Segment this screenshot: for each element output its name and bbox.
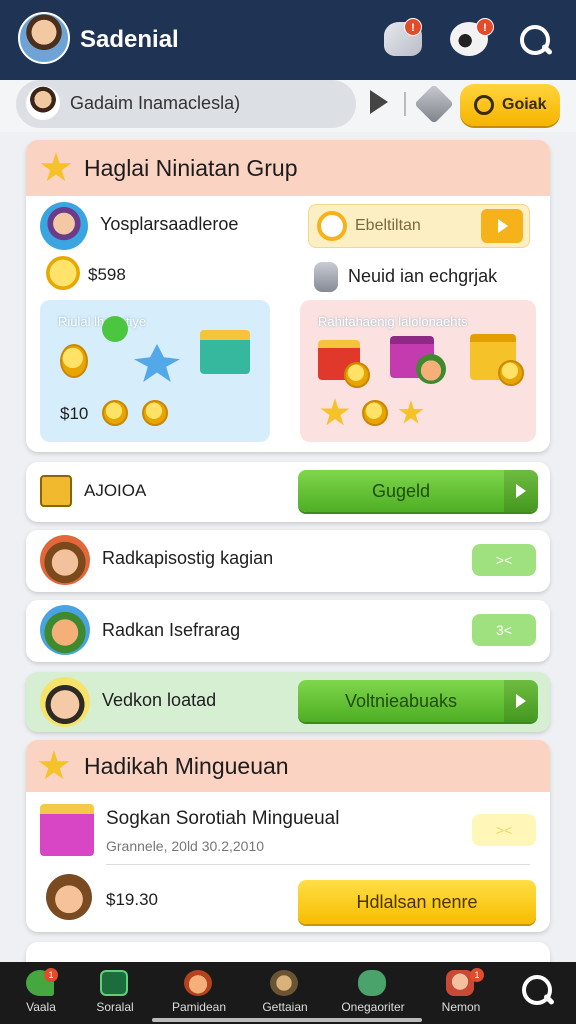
divider [106,864,530,865]
search-row: Gadaim Inamaclesla) Goiak [0,80,576,132]
character-avatar [40,535,90,585]
status-badge[interactable]: 3< [472,614,536,646]
volunteer-name: Vedkon loatad [102,690,217,710]
star-icon [40,152,72,182]
nav-item-nemon[interactable]: 1 Nemon [420,962,502,1024]
cloud-icon [358,970,386,996]
user-avatar [26,86,60,120]
emoji-icon [46,256,80,290]
shield-icon [314,262,338,292]
nav-badge: 1 [470,968,484,982]
card-title: Hadikah Mingueuan [84,753,289,779]
item-name: Radkapisostig kagian [102,548,274,568]
nav-item-vaala[interactable]: 1 Vaala [0,962,82,1024]
star-icon [320,398,350,426]
nav-item-pamidean[interactable]: Pamidean [158,962,240,1024]
status-badge[interactable]: >< [472,814,536,846]
coin-icon [102,400,128,426]
list-item[interactable]: Radkan Isefrarag 3< [26,600,550,662]
claim-button[interactable]: Hdlalsan nenre [298,880,536,924]
nav-item-soralal[interactable]: Soralal [74,962,156,1024]
face-icon [184,970,212,996]
nav-item-gettaian[interactable]: Gettaian [244,962,326,1024]
profile-avatar[interactable] [18,12,70,64]
nav-badge: 1 [44,968,58,982]
nav-label: Soralal [96,1000,134,1014]
go-button[interactable]: Goiak [460,84,560,126]
panel-price: $10 [60,404,89,423]
gem-icon [102,316,128,342]
play-icon[interactable] [370,90,388,114]
home-indicator [152,1018,422,1022]
timer-go-button[interactable] [481,209,523,243]
notification-badge: ! [476,18,494,36]
reward-panel-pink[interactable]: Rahitahaenig lalolonaehts [300,300,536,442]
stopwatch-icon [317,211,347,241]
arrow-right-icon [504,470,538,512]
status-badge[interactable]: >< [472,544,536,576]
nav-label: Pamidean [171,1000,227,1014]
item-avatar [40,202,88,250]
app-title: Sadenial [80,26,179,53]
nav-label: Nemon [441,1000,481,1014]
gift-icon [40,804,94,856]
go-button-label: Goiak [502,96,547,113]
reward-panel-blue[interactable]: Riulal lhonotiye $10 [40,300,270,442]
coin-icon [142,400,168,426]
item-price: $598 [88,265,126,284]
volunteer-row: Vedkon loatad Voltnieabuaks [26,672,550,732]
gift-icon [200,330,250,374]
search-icon[interactable] [516,22,556,58]
item-subtitle: Grannele, 20ld 30.2,2010 [106,838,265,854]
card-header: Haglai Niniatan Grup [26,140,550,196]
nav-item-onegaoriter[interactable]: Onegaoriter [332,962,414,1024]
divider [404,92,406,116]
timer-field[interactable]: Ebeltiltan [308,204,530,248]
character-avatar [46,874,92,920]
card-title: Haglai Niniatan Grup [84,155,298,181]
group-card: Haglai Niniatan Grup Yosplarsaadleroe $5… [26,140,550,452]
search-text: Gadaim Inamaclesla) [70,93,241,113]
bottom-nav: 1 Vaala Soralal Pamidean Gettaian Onegao… [0,962,576,1024]
notification-badge: ! [404,18,422,36]
clock-icon [474,95,494,115]
search-icon[interactable] [518,972,558,1008]
info-text: Neuid ian echgrjak [348,266,498,286]
crystal-icon [134,344,180,382]
timer-label: Ebeltiltan [355,217,421,234]
nav-label: Onegaoriter [341,1000,405,1014]
cube-icon[interactable] [414,84,454,124]
action-button-label: Gugeld [371,481,431,501]
ring-icon [60,344,88,378]
character-avatar [40,605,90,655]
character-avatar [40,677,90,727]
board-icon [100,970,128,996]
weekly-card: Hadikah Mingueuan Sogkan Sorotiah Mingue… [26,740,550,932]
volunteer-button-label: Voltnieabuaks [344,691,458,711]
item-price: $19.30 [106,890,158,909]
star-icon [398,400,424,424]
action-row: AJOIOA Gugeld [26,462,550,522]
coin-icon [344,362,370,388]
volunteer-button[interactable]: Voltnieabuaks [298,680,538,722]
top-bar: Sadenial ! ! [0,0,576,80]
nav-label: Gettaian [262,1000,308,1014]
card-header: Hadikah Mingueuan [26,740,550,792]
nav-label: Vaala [26,1000,56,1014]
search-input[interactable]: Gadaim Inamaclesla) [16,80,356,128]
arrow-right-icon [504,680,538,722]
item-name: Radkan Isefrarag [102,620,241,640]
action-label: AJOIOA [84,481,147,500]
item-name: Yosplarsaadleroe [100,214,239,234]
item-title: Sogkan Sorotiah Mingueual [106,808,340,829]
action-button[interactable]: Gugeld [298,470,538,512]
character-icon [416,354,446,384]
coin-icon [362,400,388,426]
compass-icon [270,970,298,996]
list-item[interactable]: Radkapisostig kagian >< [26,530,550,592]
star-icon [38,750,70,780]
coin-icon [498,360,524,386]
box-icon [40,475,72,507]
panel-label: Rahitahaenig lalolonaehts [318,314,468,329]
